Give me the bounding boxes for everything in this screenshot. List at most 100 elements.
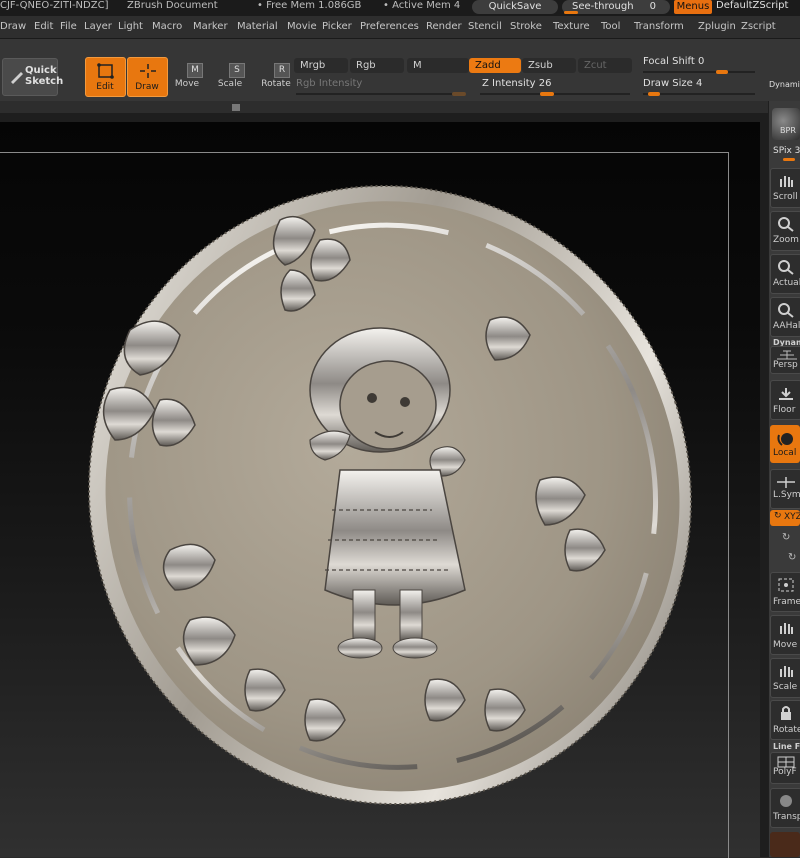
local-icon [777, 433, 793, 446]
title-bar: CJF-QNEO-ZITI-NDZC] ZBrush Document • Fr… [0, 0, 800, 16]
menu-light[interactable]: Light [118, 21, 143, 32]
spix-label: SPix [773, 146, 792, 156]
scale-key-icon: S [229, 63, 245, 78]
line-fill-label: Line Fill [773, 742, 800, 751]
draw-icon [140, 64, 156, 78]
menu-stencil[interactable]: Stencil [468, 21, 502, 32]
menu-movie[interactable]: Movie [287, 21, 317, 32]
edit-button[interactable]: Edit [85, 57, 126, 97]
menu-layer[interactable]: Layer [84, 21, 112, 32]
draw-size-readout: Draw Size 4 [643, 78, 702, 89]
rotate-label: Rotate [261, 79, 291, 89]
menu-tool[interactable]: Tool [601, 21, 620, 32]
see-through-value: 0 [649, 1, 656, 12]
z-intensity-knob[interactable] [540, 92, 554, 96]
move-label: Move [174, 79, 200, 89]
transp-label: Transp [773, 812, 800, 822]
quick-sketch-button[interactable]: Quick Sketch [2, 58, 63, 96]
menu-draw[interactable]: Draw [0, 21, 26, 32]
z-intensity-slider[interactable] [480, 93, 630, 95]
rgb-intensity-knob[interactable] [452, 92, 466, 96]
edit-label: Edit [96, 82, 114, 92]
xyz-rotate-icon: ↻ [774, 511, 782, 521]
rgb-intensity-slider[interactable] [296, 93, 466, 95]
scale-button[interactable]: S Scale [211, 57, 250, 95]
menu-preferences[interactable]: Preferences [360, 21, 419, 32]
strip-handle[interactable] [232, 104, 240, 111]
menu-picker[interactable]: Picker [322, 21, 352, 32]
menu-texture[interactable]: Texture [553, 21, 590, 32]
move-view-label: Move [773, 640, 798, 650]
floor-label: Floor [773, 405, 796, 415]
menu-zplugin[interactable]: Zplugin [698, 21, 736, 32]
bpr-label: BPR [780, 126, 796, 135]
menu-zscript[interactable]: Zscript [741, 21, 776, 32]
see-through-knob[interactable] [564, 11, 578, 14]
menu-render[interactable]: Render [426, 21, 462, 32]
aahalf-button[interactable] [770, 297, 800, 337]
transp-button[interactable] [770, 788, 800, 828]
scale-label: Scale [217, 79, 243, 89]
zadd-button[interactable]: Zadd [469, 58, 521, 73]
frame-icon [778, 578, 794, 592]
mrgb-button[interactable]: Mrgb [294, 58, 348, 73]
focal-shift-readout: Focal Shift 0 [643, 56, 704, 67]
menu-edit[interactable]: Edit [34, 21, 53, 32]
zoom-button[interactable] [770, 211, 800, 251]
draw-size-knob[interactable] [648, 92, 660, 96]
focal-shift-knob[interactable] [716, 70, 728, 74]
menu-marker[interactable]: Marker [193, 21, 228, 32]
scroll-button[interactable] [770, 168, 800, 208]
edit-icon [97, 63, 114, 79]
menu-material[interactable]: Material [237, 21, 278, 32]
see-through-slider[interactable]: See-through 0 [562, 0, 670, 14]
rgb-button[interactable]: Rgb [350, 58, 404, 73]
rotate-key-icon: R [274, 63, 290, 78]
dynamic-label[interactable]: Dynami [769, 80, 800, 89]
move-hand-icon [780, 623, 793, 634]
menus-button[interactable]: Menus [674, 0, 712, 14]
menu-macro[interactable]: Macro [152, 21, 182, 32]
z-rotate-icon[interactable]: ↻ [788, 552, 796, 563]
rgb-intensity-label: Rgb Intensity [296, 78, 363, 89]
spix-readout: SPix 3 [773, 146, 800, 156]
focal-shift-slider[interactable] [643, 71, 755, 73]
zcut-button[interactable]: Zcut [578, 58, 632, 73]
aahalf-icon [778, 303, 794, 318]
menu-file[interactable]: File [60, 21, 77, 32]
focal-shift-label: Focal Shift [643, 56, 695, 67]
see-through-label: See-through [572, 1, 634, 12]
rotate-lock-icon [781, 706, 791, 720]
ghost-button[interactable] [770, 832, 800, 857]
rotate-view-label: Rotate [773, 725, 800, 735]
xyz-button[interactable]: ↻ XYZ [770, 510, 800, 526]
bpr-button[interactable]: BPR [772, 108, 800, 140]
zoom-icon [778, 217, 794, 232]
lsym-button[interactable] [770, 469, 800, 509]
m-button[interactable]: M [407, 58, 469, 73]
app-title: ZBrush Document [127, 0, 218, 11]
frame-label: Frame [773, 597, 800, 607]
draw-button[interactable]: Draw [127, 57, 168, 97]
actual-size-icon [778, 260, 794, 275]
free-mem: • Free Mem 1.086GB [257, 0, 362, 11]
actual-label: Actual [773, 278, 800, 288]
menu-stroke[interactable]: Stroke [510, 21, 542, 32]
zsub-button[interactable]: Zsub [522, 58, 576, 73]
menu-bar: Draw Edit File Layer Light Macro Marker … [0, 16, 800, 39]
scroll-strip[interactable] [0, 101, 770, 113]
rotate-button[interactable]: R Rotate [254, 57, 293, 95]
move-button[interactable]: M Move [168, 57, 207, 95]
y-rotate-icon[interactable]: ↻ [782, 532, 790, 543]
default-zscript[interactable]: DefaultZScript [716, 0, 788, 11]
scale-view-button[interactable] [770, 658, 800, 698]
persp-label: Persp [773, 360, 798, 370]
polyf-label: PolyF [773, 767, 797, 777]
spix-slider[interactable] [783, 158, 795, 161]
floor-icon [779, 388, 793, 400]
quicksave-button[interactable]: QuickSave [472, 0, 558, 14]
menu-transform[interactable]: Transform [634, 21, 684, 32]
symmetry-icon [777, 477, 795, 488]
actual-button[interactable] [770, 254, 800, 294]
coin-model[interactable] [70, 170, 710, 820]
